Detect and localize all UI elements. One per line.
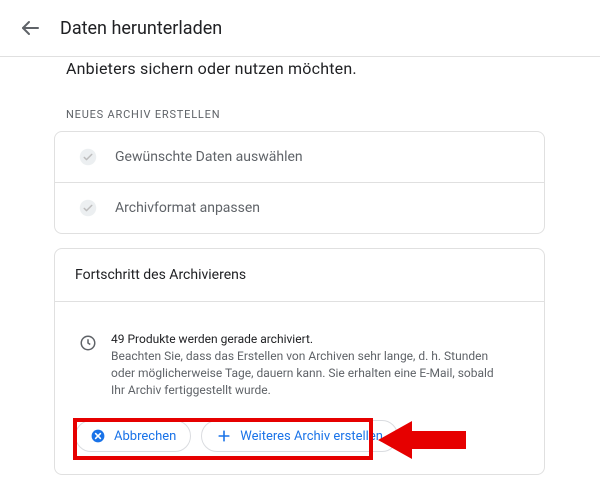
status-text-block: 49 Produkte werden gerade archiviert. Be…	[111, 332, 501, 398]
steps-card: Gewünschte Daten auswählen Archivformat …	[54, 131, 545, 234]
cancel-button[interactable]: Abbrechen	[75, 420, 191, 452]
status-row: 49 Produkte werden gerade archiviert. Be…	[75, 332, 524, 398]
progress-heading: Fortschritt des Archivierens	[55, 249, 544, 302]
section-label-new-archive: NEUES ARCHIV ERSTELLEN	[66, 108, 600, 121]
step-label: Archivformat anpassen	[115, 200, 260, 216]
create-another-archive-label: Weiteres Archiv erstellen	[240, 429, 383, 444]
status-line: 49 Produkte werden gerade archiviert.	[111, 332, 501, 346]
page-title: Daten herunterladen	[60, 18, 222, 39]
progress-body: 49 Produkte werden gerade archiviert. Be…	[55, 302, 544, 474]
cancel-button-label: Abbrechen	[114, 429, 176, 444]
plus-icon	[216, 428, 232, 444]
topbar: Daten herunterladen	[0, 0, 600, 57]
clock-icon	[79, 334, 97, 352]
cancel-icon	[90, 428, 106, 444]
status-note: Beachten Sie, dass das Erstellen von Arc…	[111, 348, 501, 398]
step-select-data[interactable]: Gewünschte Daten auswählen	[55, 132, 544, 182]
truncated-description: Anbieters sichern oder nutzen möchten.	[0, 57, 600, 78]
progress-card: Fortschritt des Archivierens 49 Produkte…	[54, 248, 545, 475]
check-icon	[79, 199, 97, 217]
step-archive-format[interactable]: Archivformat anpassen	[55, 182, 544, 233]
check-icon	[79, 148, 97, 166]
create-another-archive-button[interactable]: Weiteres Archiv erstellen	[201, 420, 398, 452]
step-label: Gewünschte Daten auswählen	[115, 149, 303, 165]
action-buttons-row: Abbrechen Weiteres Archiv erstellen	[75, 420, 524, 452]
back-arrow-icon[interactable]	[18, 16, 42, 40]
